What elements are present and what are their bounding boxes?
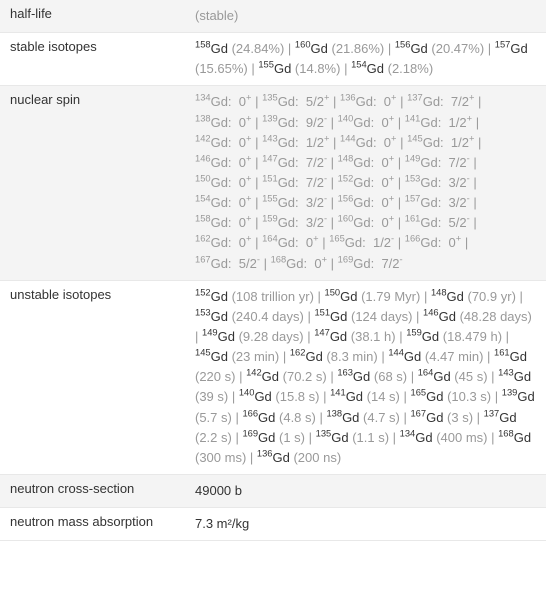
value-stable-isotopes: 158Gd (24.84%) | 160Gd (21.86%) | 156Gd … [185,33,546,86]
label-unstable-isotopes: unstable isotopes [0,280,185,474]
label-nuclear-spin: nuclear spin [0,86,185,280]
row-stable-isotopes: stable isotopes 158Gd (24.84%) | 160Gd (… [0,33,546,86]
row-nuclear-spin: nuclear spin 134Gd: 0+ | 135Gd: 5/2+ | 1… [0,86,546,280]
value-neutron-mass-absorption: 7.3 m²/kg [185,508,546,541]
label-neutron-cross-section: neutron cross-section [0,474,185,507]
value-nuclear-spin: 134Gd: 0+ | 135Gd: 5/2+ | 136Gd: 0+ | 13… [185,86,546,280]
value-unstable-isotopes: 152Gd (108 trillion yr) | 150Gd (1.79 My… [185,280,546,474]
row-neutron-cross-section: neutron cross-section 49000 b [0,474,546,507]
value-neutron-cross-section: 49000 b [185,474,546,507]
label-neutron-mass-absorption: neutron mass absorption [0,508,185,541]
row-unstable-isotopes: unstable isotopes 152Gd (108 trillion yr… [0,280,546,474]
value-half-life: (stable) [185,0,546,33]
label-half-life: half-life [0,0,185,33]
row-neutron-mass-absorption: neutron mass absorption 7.3 m²/kg [0,508,546,541]
row-half-life: half-life (stable) [0,0,546,33]
properties-table: half-life (stable) stable isotopes 158Gd… [0,0,546,541]
label-stable-isotopes: stable isotopes [0,33,185,86]
